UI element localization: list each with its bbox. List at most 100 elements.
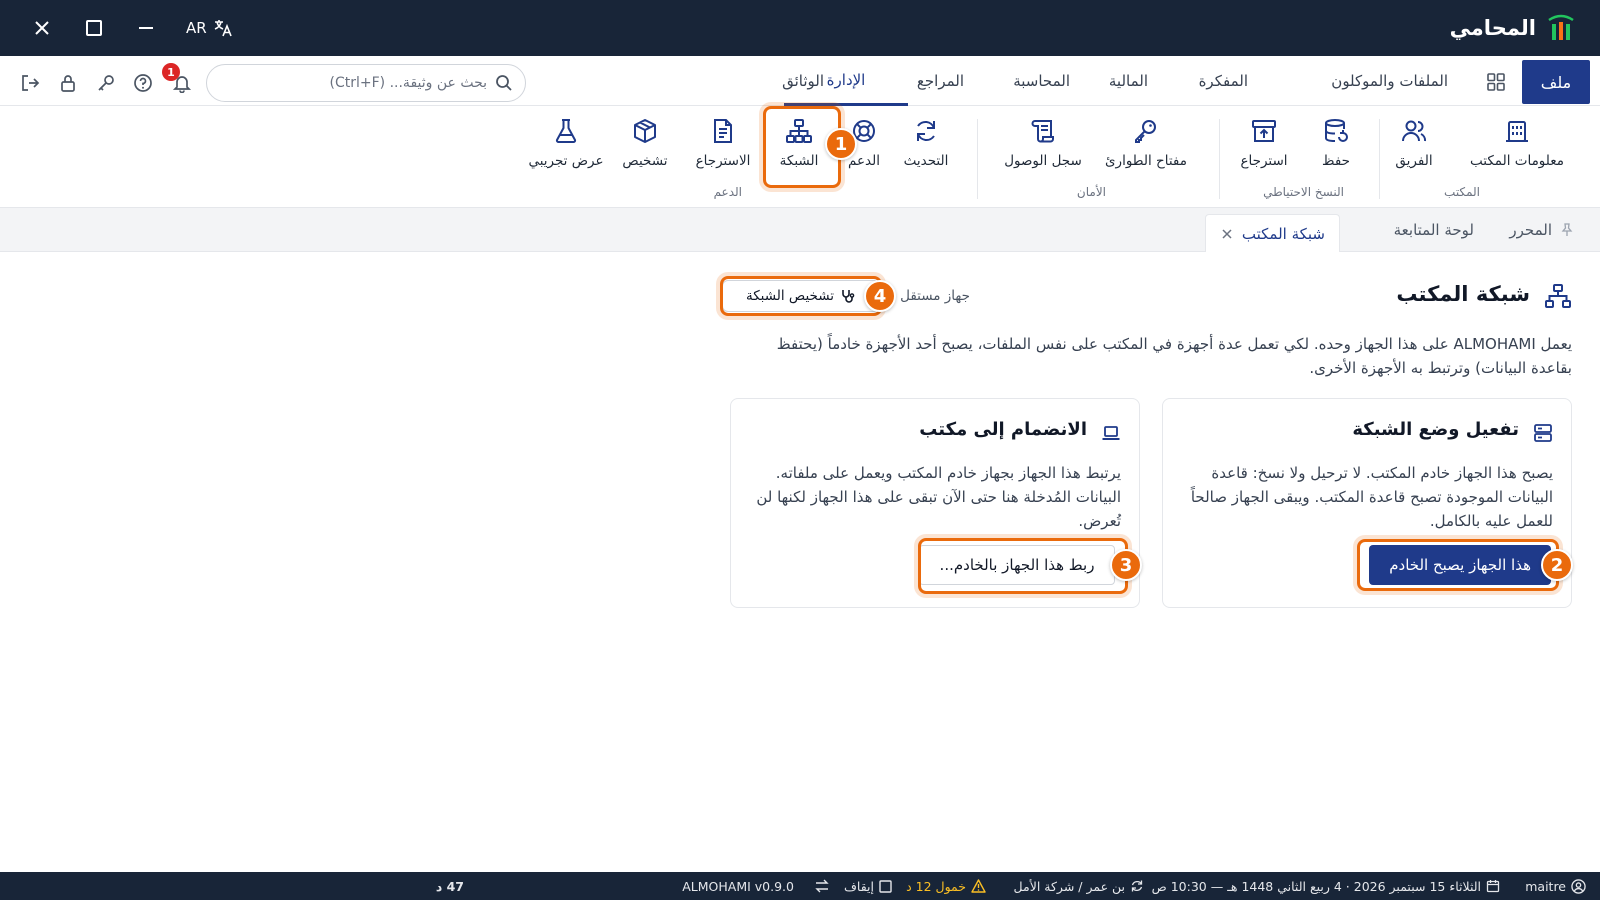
page-title: شبكة المكتب: [1396, 282, 1530, 306]
close-icon: [35, 21, 49, 35]
database-save-icon: [1322, 117, 1350, 145]
tab-editor[interactable]: المحرر: [1509, 208, 1574, 252]
status-sync-minutes: 47 د: [435, 878, 464, 894]
card-title: تفعيل وضع الشبكة: [1352, 419, 1519, 440]
callout-number: 1: [825, 128, 857, 160]
refresh-icon: [912, 117, 940, 145]
swap-arrows-icon: [815, 879, 829, 893]
status-user[interactable]: maitre: [1525, 872, 1586, 900]
server-icon: [1533, 423, 1553, 443]
network-icon: [1544, 282, 1572, 310]
logout-icon: [22, 75, 40, 91]
logo-bars-icon: [1548, 14, 1574, 40]
lock-icon: [61, 75, 75, 92]
language-switcher[interactable]: AR: [186, 16, 233, 40]
box-icon: [631, 117, 659, 145]
tab-agenda[interactable]: المفكرة: [1199, 56, 1248, 106]
close-tab-icon[interactable]: [1220, 227, 1234, 241]
scroll-log-icon: [1029, 117, 1057, 145]
app-name: المحامي: [1449, 16, 1536, 40]
document-tabs-bar: المحرر لوحة المتابعة شبكة المكتب: [0, 208, 1600, 252]
stop-square-icon: [879, 879, 892, 893]
flask-icon: [552, 117, 580, 145]
ribbon-separator: [1379, 119, 1380, 199]
intro-paragraph: يعمل ALMOHAMI على هذا الجهاز وحده. لكي ت…: [776, 335, 1572, 377]
ribbon-label: سجل الوصول: [1004, 153, 1082, 169]
key-icon: [98, 75, 114, 91]
notification-badge: 1: [162, 63, 180, 81]
logout-button[interactable]: [18, 71, 42, 95]
ribbon-team-button[interactable]: الفريق: [1384, 117, 1444, 175]
app-logo: المحامي: [1450, 12, 1576, 44]
maximize-icon: [86, 20, 102, 36]
highlight-diagnose-button: [720, 276, 882, 316]
tab-documents[interactable]: الوثائق: [782, 56, 824, 106]
help-button[interactable]: [131, 71, 155, 95]
sync-icon: [1131, 880, 1143, 892]
status-version: ALMOHAMI v0.9.0: [682, 878, 794, 894]
ribbon-label: الفريق: [1395, 153, 1433, 169]
laptop-icon: [1101, 423, 1121, 443]
tab-label: المحرر: [1509, 221, 1552, 239]
language-code: AR: [186, 19, 207, 37]
help-icon: [134, 74, 152, 92]
card-title: الانضمام إلى مكتب: [919, 419, 1087, 440]
ribbon-label: الاسترجاع: [695, 153, 751, 169]
highlight-join-button: [918, 538, 1128, 594]
lock-button[interactable]: [56, 71, 80, 95]
archive-upload-icon: [1250, 117, 1278, 145]
tab-accounting[interactable]: المحاسبة: [1013, 56, 1070, 106]
tab-label: لوحة المتابعة: [1393, 221, 1474, 239]
tab-finance[interactable]: المالية: [1109, 56, 1148, 106]
ribbon-group-backup: النسخ الاحتياطي: [1263, 185, 1344, 199]
tab-office-network[interactable]: شبكة المكتب: [1204, 214, 1340, 252]
search-input[interactable]: [219, 75, 487, 91]
ribbon-diagnosis-button[interactable]: تشخيص: [620, 117, 670, 175]
team-icon: [1400, 117, 1428, 145]
status-bar: maitre الثلاثاء 15 سبتمبر 2026 · 4 ربيع …: [0, 872, 1600, 900]
ribbon-update-button[interactable]: التحديث: [896, 117, 956, 175]
status-office: بن عمر / شركة الأمل: [1014, 872, 1144, 900]
key-icon: [1132, 117, 1160, 145]
ribbon-label: عرض تجريبي: [528, 153, 604, 169]
status-idle: خمول 12 د: [906, 872, 986, 900]
search-box[interactable]: [206, 64, 526, 102]
ribbon-separator: [977, 119, 978, 199]
ribbon-group-office: المكتب: [1444, 185, 1480, 199]
ribbon-label: التحديث: [903, 153, 949, 169]
status-office-text: بن عمر / شركة الأمل: [1013, 878, 1125, 894]
callout-number: 3: [1110, 549, 1142, 581]
ribbon-demo-button[interactable]: عرض تجريبي: [526, 117, 606, 175]
status-idle-text: خمول 12 د: [906, 878, 966, 894]
close-window-button[interactable]: [28, 14, 56, 42]
office-building-icon: [1503, 117, 1531, 145]
tab-dashboard[interactable]: لوحة المتابعة: [1394, 208, 1474, 252]
callout-number: 2: [1541, 549, 1573, 581]
maximize-window-button[interactable]: [80, 14, 108, 42]
tab-references[interactable]: المراجع: [917, 56, 964, 106]
highlight-server-button: [1357, 539, 1559, 591]
warning-icon: [971, 879, 986, 893]
key-button[interactable]: [94, 71, 118, 95]
translate-icon: [214, 20, 232, 37]
minimize-window-button[interactable]: [132, 14, 160, 42]
status-date-text: الثلاثاء 15 سبتمبر 2026 · 4 ربيع الثاني …: [1151, 878, 1481, 894]
ribbon-separator: [1219, 119, 1220, 199]
ribbon-recovery-button[interactable]: الاسترجاع: [688, 117, 758, 175]
ribbon-restore-button[interactable]: استرجاع: [1232, 117, 1296, 175]
apps-grid-icon[interactable]: [1486, 72, 1506, 92]
ribbon-office-info-button[interactable]: معلومات المكتب: [1462, 117, 1572, 175]
file-menu-button[interactable]: ملف: [1522, 60, 1590, 104]
status-stop-label: إيقاف: [843, 878, 874, 894]
status-refresh-button[interactable]: [814, 872, 830, 900]
ribbon-emergency-key-button[interactable]: مفتاح الطوارئ: [1098, 117, 1194, 175]
ribbon-access-log-button[interactable]: سجل الوصول: [998, 117, 1088, 175]
ribbon-label: الدعم: [848, 153, 880, 169]
status-stop-button[interactable]: إيقاف: [844, 872, 892, 900]
ribbon-save-button[interactable]: حفظ: [1308, 117, 1364, 175]
tab-files-clients[interactable]: الملفات والموكلون: [1331, 56, 1448, 106]
minimize-icon: [139, 27, 153, 29]
card-description: يرتبط هذا الجهاز بجهاز خادم المكتب ويعمل…: [756, 464, 1121, 530]
document-list-icon: [709, 117, 737, 145]
device-mode-label: جهاز مستقل: [900, 288, 970, 304]
